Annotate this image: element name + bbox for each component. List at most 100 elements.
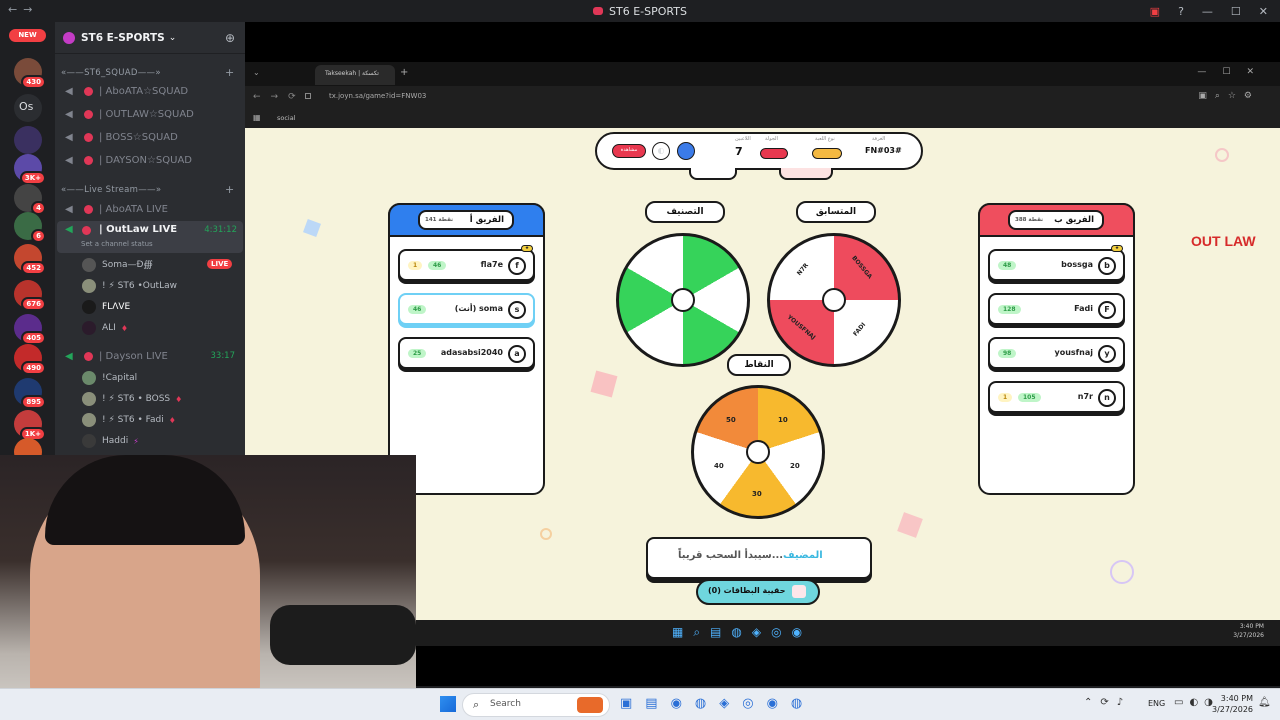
confetti-shape — [540, 528, 552, 540]
server-icon[interactable]: 430 — [14, 58, 46, 89]
voice-user[interactable]: ! ⚡ ST6 • Fadi ♦ — [82, 411, 176, 429]
inbox-icon[interactable]: ▣ — [1150, 5, 1160, 18]
player-row[interactable]: ★ 48 bossga b — [988, 245, 1125, 281]
maximize-button[interactable]: ☐ — [1231, 5, 1241, 18]
channel-label: | DAYSON☆SQUAD — [99, 154, 192, 166]
player-row[interactable]: ★ 46 1 fla7e f — [398, 245, 535, 281]
tray-icons[interactable]: ⌃⟳♪ — [1084, 697, 1131, 708]
channel-label: | AboATA LIVE — [99, 203, 168, 215]
browser-tab[interactable]: Takseekah | تكسكة — [315, 65, 395, 85]
mention-badge: 430 — [21, 75, 46, 89]
team-b-points: 388 نقطة — [1015, 217, 1044, 223]
notifications-icon[interactable]: 🔔︎ — [1258, 697, 1271, 708]
voice-user[interactable]: !Capital — [82, 369, 137, 387]
server-icon[interactable]: 3K+ — [14, 154, 46, 185]
channel-status[interactable]: Set a channel status — [81, 240, 153, 248]
server-icon[interactable]: 4 — [14, 184, 46, 215]
player-avatar: n — [1098, 389, 1116, 407]
username: ! ⚡ ST6 •OutLaw — [102, 281, 177, 291]
speaker-icon: ◀ — [65, 224, 73, 235]
bookmarks-bar: ▦ social — [245, 110, 1280, 128]
live-badge: LIVE — [207, 259, 233, 269]
settings-icon[interactable] — [677, 142, 695, 160]
username: ! ⚡ ST6 • BOSS — [102, 394, 171, 404]
inner-date: 3/27/2026 — [1233, 632, 1264, 639]
player-name: Fadi — [1074, 304, 1093, 313]
voice-user[interactable]: Haddi ⚡ — [82, 432, 139, 450]
minimize-button[interactable]: — — [1202, 5, 1213, 18]
start-icon[interactable] — [440, 696, 456, 712]
competitor-wheel[interactable]: BOSSGA FADI YOUSFNAJ N7R — [767, 233, 901, 367]
server-icon[interactable]: 895 — [14, 378, 46, 409]
close-button[interactable]: ✕ — [1259, 5, 1268, 18]
player-row[interactable]: 98 yousfnaj y — [988, 337, 1125, 369]
avatar — [82, 321, 96, 335]
browser-window-controls[interactable]: —☐✕ — [1197, 67, 1270, 77]
voice-channel-aboata-squad[interactable]: ◀ | AboATA☆SQUAD — [55, 81, 245, 101]
taskbar-search[interactable]: ⌕ Search — [462, 693, 610, 717]
apps-icon[interactable]: ▦ — [253, 113, 261, 122]
url-input[interactable]: tx.joyn.sa/game?id=FNW03 — [329, 92, 426, 100]
category-live[interactable]: «——Live Stream——» — [61, 185, 161, 195]
player-row[interactable]: 25 adasabsi2040 a — [398, 337, 535, 369]
back-forward-reload-icons[interactable]: ←→⟳ — [253, 92, 306, 102]
nav-arrows[interactable]: ←→ — [8, 3, 38, 16]
clock[interactable]: 3:40 PM 3/27/2026 — [1212, 693, 1253, 715]
language-indicator[interactable]: ENG — [1148, 699, 1165, 708]
voice-channel-aboata-live[interactable]: ◀ | AboATA LIVE — [55, 199, 245, 219]
new-tab-button[interactable]: + — [400, 67, 408, 78]
browser-toolbar-icons[interactable]: ▣⌕☆⚙ — [1198, 91, 1260, 101]
channel-label: | BOSS☆SQUAD — [99, 131, 178, 143]
player-avatar: s — [508, 301, 526, 319]
new-badge[interactable]: NEW — [9, 29, 46, 42]
bookmark-social[interactable]: social — [277, 114, 296, 122]
voice-user[interactable]: FLΛVE — [82, 298, 130, 316]
server-icon[interactable]: 6 — [14, 212, 46, 243]
cards-bag-button[interactable]: حقيبة البطاقات (0) — [696, 579, 820, 605]
voice-user[interactable]: ! ⚡ ST6 • BOSS ♦ — [82, 390, 182, 408]
add-channel-icon[interactable]: + — [225, 183, 234, 196]
wheel-slice-label: 50 — [726, 416, 736, 424]
category-squad[interactable]: «——ST6_SQUAD——» — [61, 68, 161, 78]
help-icon[interactable]: ? — [1178, 5, 1184, 18]
player-row[interactable]: 105 1 n7r n — [988, 381, 1125, 413]
add-member-icon[interactable]: ⊕ — [225, 31, 235, 45]
player-row-self[interactable]: 46 (أنت) soma s — [398, 293, 535, 325]
spectate-pill[interactable]: مشاهدة — [612, 144, 646, 158]
inner-time: 3:40 PM — [1239, 623, 1264, 630]
server-icon[interactable]: 452 — [14, 244, 46, 275]
add-channel-icon[interactable]: + — [225, 66, 234, 79]
pinned-apps[interactable]: ▣▤◉◍◈◎◉◍ — [620, 696, 815, 711]
voice-channel-outlaw-live[interactable]: ◀ | OutLaw LIVE 4:31:12 Set a channel st… — [57, 221, 243, 253]
draw-status-text: سيبدأ السحب قريباً... — [678, 550, 784, 561]
server-icon[interactable]: 490 — [14, 344, 46, 375]
voice-user[interactable]: Soma—Đ∰ LIVE — [82, 256, 233, 274]
search-placeholder: Search — [490, 699, 521, 709]
points-wheel[interactable]: 10 20 30 40 50 — [691, 385, 825, 519]
server-icon[interactable]: 676 — [14, 280, 46, 311]
player-name: n7r — [1077, 392, 1093, 401]
voice-channel-dayson-squad[interactable]: ◀ | DAYSON☆SQUAD — [55, 150, 245, 170]
server-icon[interactable] — [14, 126, 42, 154]
voice-channel-outlaw-squad[interactable]: ◀ | OUTLAW☆SQUAD — [55, 104, 245, 124]
server-icon[interactable]: Os — [14, 94, 42, 122]
sound-icon[interactable]: ◐ — [652, 142, 670, 160]
player-row[interactable]: 128 Fadi F — [988, 293, 1125, 325]
voice-user[interactable]: ALI ♦ — [82, 319, 128, 337]
voice-channel-dayson-live[interactable]: ◀ | Dayson LIVE 33:17 — [55, 346, 245, 366]
tab-list-icon[interactable]: ⌄ — [253, 68, 260, 77]
server-icon[interactable]: 1K+ — [14, 410, 46, 441]
window-titlebar: ←→ ST6 E-SPORTS ▣ ? — ☐ ✕ — [0, 0, 1280, 22]
avatar — [82, 392, 96, 406]
site-info-icon[interactable] — [305, 93, 311, 99]
wheel-slice-label: 20 — [790, 462, 800, 470]
address-bar-row: ←→⟳ tx.joyn.sa/game?id=FNW03 ▣⌕☆⚙ — [245, 86, 1280, 110]
server-icon[interactable]: 405 — [14, 314, 46, 345]
voice-user[interactable]: ! ⚡ ST6 •OutLaw — [82, 277, 177, 295]
channel-icon — [84, 109, 93, 119]
category-wheel[interactable] — [616, 233, 750, 367]
guild-header[interactable]: ST6 E-SPORTS ⌄ ⊕ — [55, 22, 245, 54]
voice-channel-boss-squad[interactable]: ◀ | BOSS☆SQUAD — [55, 127, 245, 147]
wheel-hub-icon — [746, 440, 770, 464]
confetti-shape — [303, 219, 321, 237]
